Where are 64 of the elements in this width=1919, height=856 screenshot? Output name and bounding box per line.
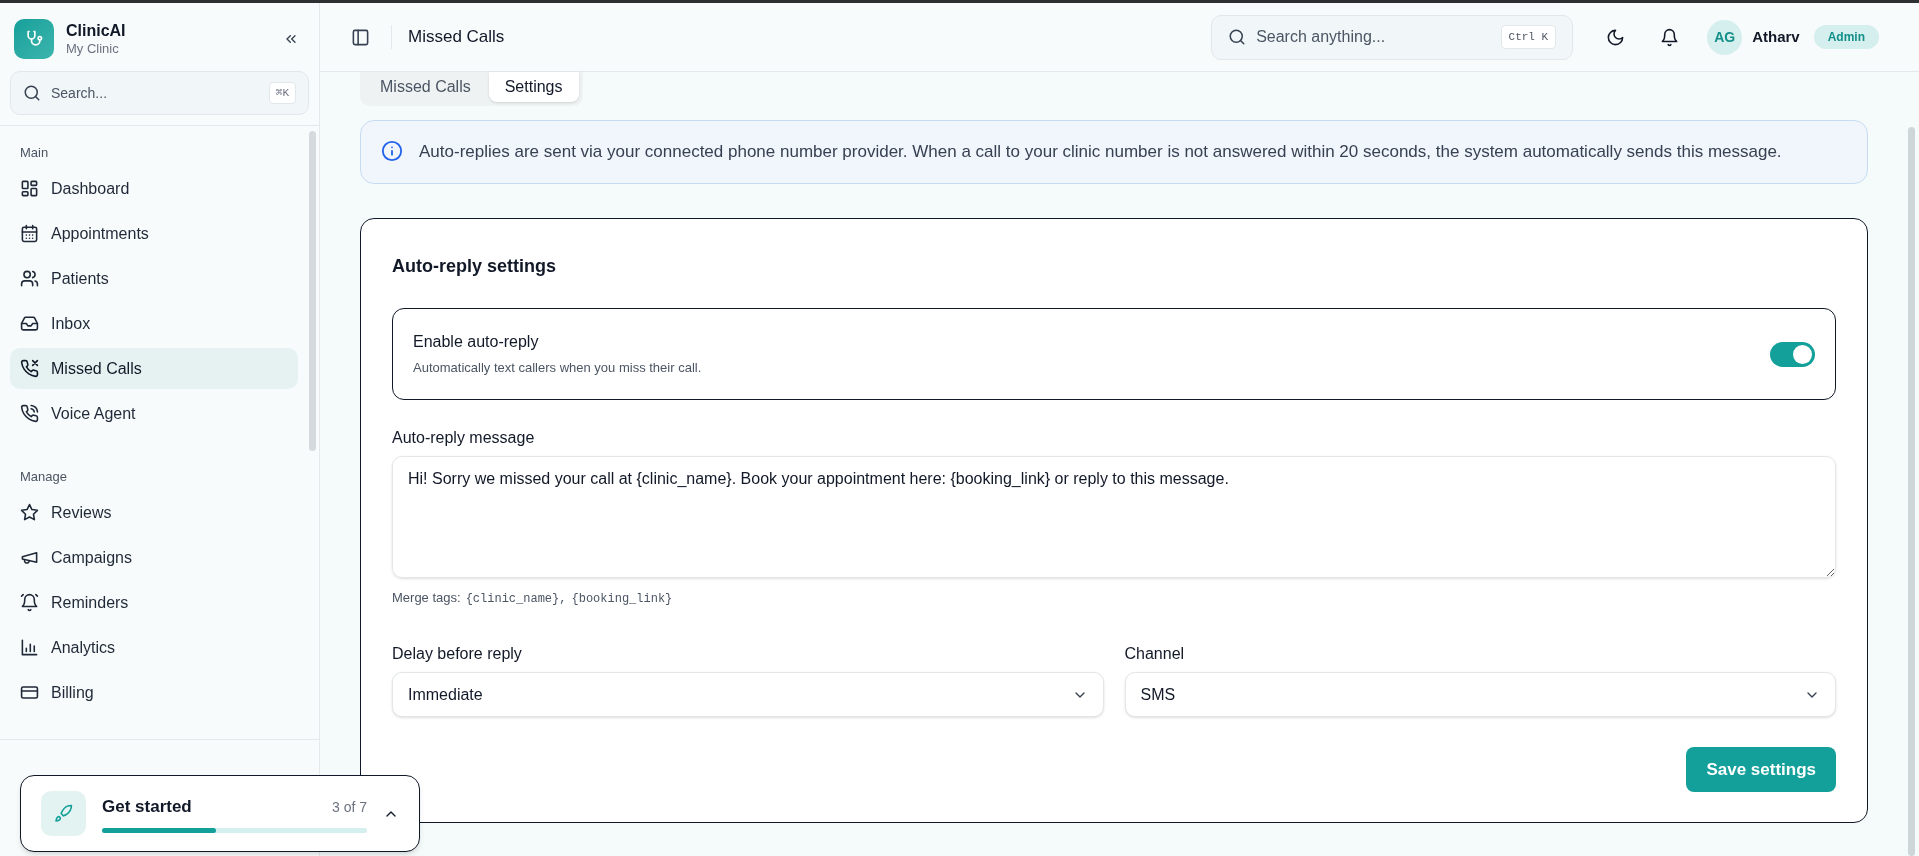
sidebar-item[interactable]: Campaigns <box>10 537 298 578</box>
section-label: Main <box>19 144 50 163</box>
user-name: Atharv <box>1752 26 1800 47</box>
sidebar-item[interactable]: Reminders <box>10 582 298 623</box>
field-label: Delay before reply <box>392 644 523 664</box>
tab[interactable]: Settings <box>488 72 579 102</box>
star-icon <box>20 503 39 522</box>
search-icon <box>23 84 41 102</box>
tab[interactable]: Missed Calls <box>364 72 487 102</box>
inbox-icon <box>20 314 39 333</box>
page-title: Missed Calls <box>408 26 505 49</box>
search-icon <box>1228 28 1247 46</box>
progress-text: 3 of 7 <box>331 798 367 818</box>
credit-card-icon <box>20 683 39 702</box>
users-icon <box>20 269 39 288</box>
bell-icon <box>1659 27 1679 47</box>
info-text: Auto-replies are sent via your connected phone number provider. When a call to your clinic number is not answered within 20 seconds, the system automatically sends this message. <box>419 141 1782 163</box>
merge-tag: {clinic_name}, <box>465 590 567 608</box>
merge-tag: {booking_link} <box>571 590 673 608</box>
calendar-icon <box>20 224 39 243</box>
select-field[interactable]: SMS <box>1124 672 1836 717</box>
shortcut-key: ⌘K <box>268 81 296 105</box>
sidebar-item[interactable]: Analytics <box>10 627 298 668</box>
sidebar-item[interactable]: Inbox <box>10 303 298 344</box>
get-started-title: Get started <box>102 796 192 819</box>
sidebar-item[interactable]: Voice Agent <box>10 393 298 434</box>
sidebar-item[interactable]: Appointments <box>10 213 298 254</box>
toggle-switch[interactable] <box>1770 341 1815 367</box>
sidebar-item[interactable]: Reviews <box>10 492 298 533</box>
scrollbar[interactable] <box>1908 127 1915 856</box>
get-started-toast[interactable]: Get started 3 of 7 <box>20 775 420 852</box>
grid-icon <box>20 179 39 198</box>
brand-subtitle: My Clinic <box>66 40 120 58</box>
hint-label: Merge tags: <box>392 589 461 607</box>
field-label: Auto-reply message <box>392 428 536 448</box>
phone-x-icon <box>20 359 39 378</box>
select-field[interactable]: Immediate <box>392 672 1104 717</box>
sidebar-item[interactable]: Missed Calls <box>10 348 298 389</box>
sidebar-item[interactable]: Patients <box>10 258 298 299</box>
shortcut-key: Ctrl K <box>1500 24 1557 50</box>
role-badge: Admin <box>1813 25 1879 49</box>
moon-icon <box>1605 27 1625 47</box>
scrollbar[interactable] <box>309 131 316 451</box>
search-placeholder: Search... <box>51 83 109 103</box>
panel-icon <box>350 27 370 47</box>
bar-chart-icon <box>20 638 39 657</box>
bell-icon <box>20 593 39 612</box>
sidebar-item[interactable]: Billing <box>10 672 298 713</box>
toggle-label: Enable auto-reply <box>413 332 540 353</box>
phone-call-icon <box>20 404 39 423</box>
field-label: Channel <box>1124 644 1186 664</box>
brand-name: ClinicAI <box>66 20 127 41</box>
message-field[interactable]: Hi! Sorry we missed your call at {clinic_name}. Book your appointment here: {booking_link} or reply to this message. <box>392 456 1836 578</box>
rocket-icon <box>41 791 86 836</box>
section-label: Manage <box>19 468 68 487</box>
toggle-description: Automatically text callers when you miss their call. <box>413 359 703 378</box>
search-field[interactable]: Search anything... Ctrl K <box>1211 14 1574 60</box>
search-placeholder: Search anything... <box>1256 27 1387 47</box>
sidebar-item[interactable]: Dashboard <box>10 168 298 209</box>
stethoscope-logo <box>14 19 54 59</box>
sidebar-search-field[interactable]: Search... ⌘K <box>10 71 309 115</box>
avatar: AG <box>1707 19 1743 55</box>
info-icon <box>381 140 403 162</box>
card-title: Auto-reply settings <box>392 255 557 278</box>
